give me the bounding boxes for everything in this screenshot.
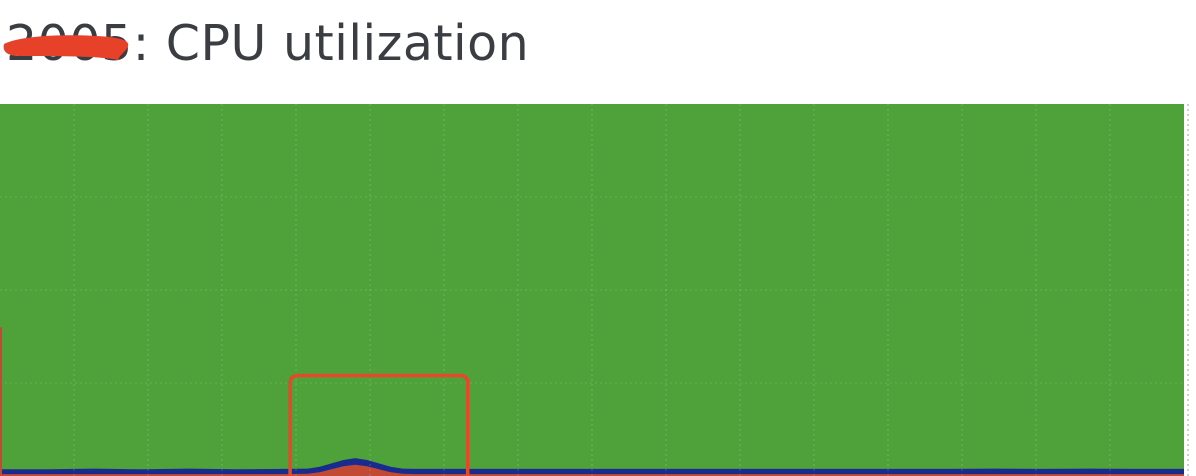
redaction-scribble (3, 35, 129, 60)
redaction-mark (3, 35, 129, 60)
chart-title-area: 2005: CPU utilization (0, 12, 700, 74)
cpu-utilization-chart (0, 104, 1189, 476)
